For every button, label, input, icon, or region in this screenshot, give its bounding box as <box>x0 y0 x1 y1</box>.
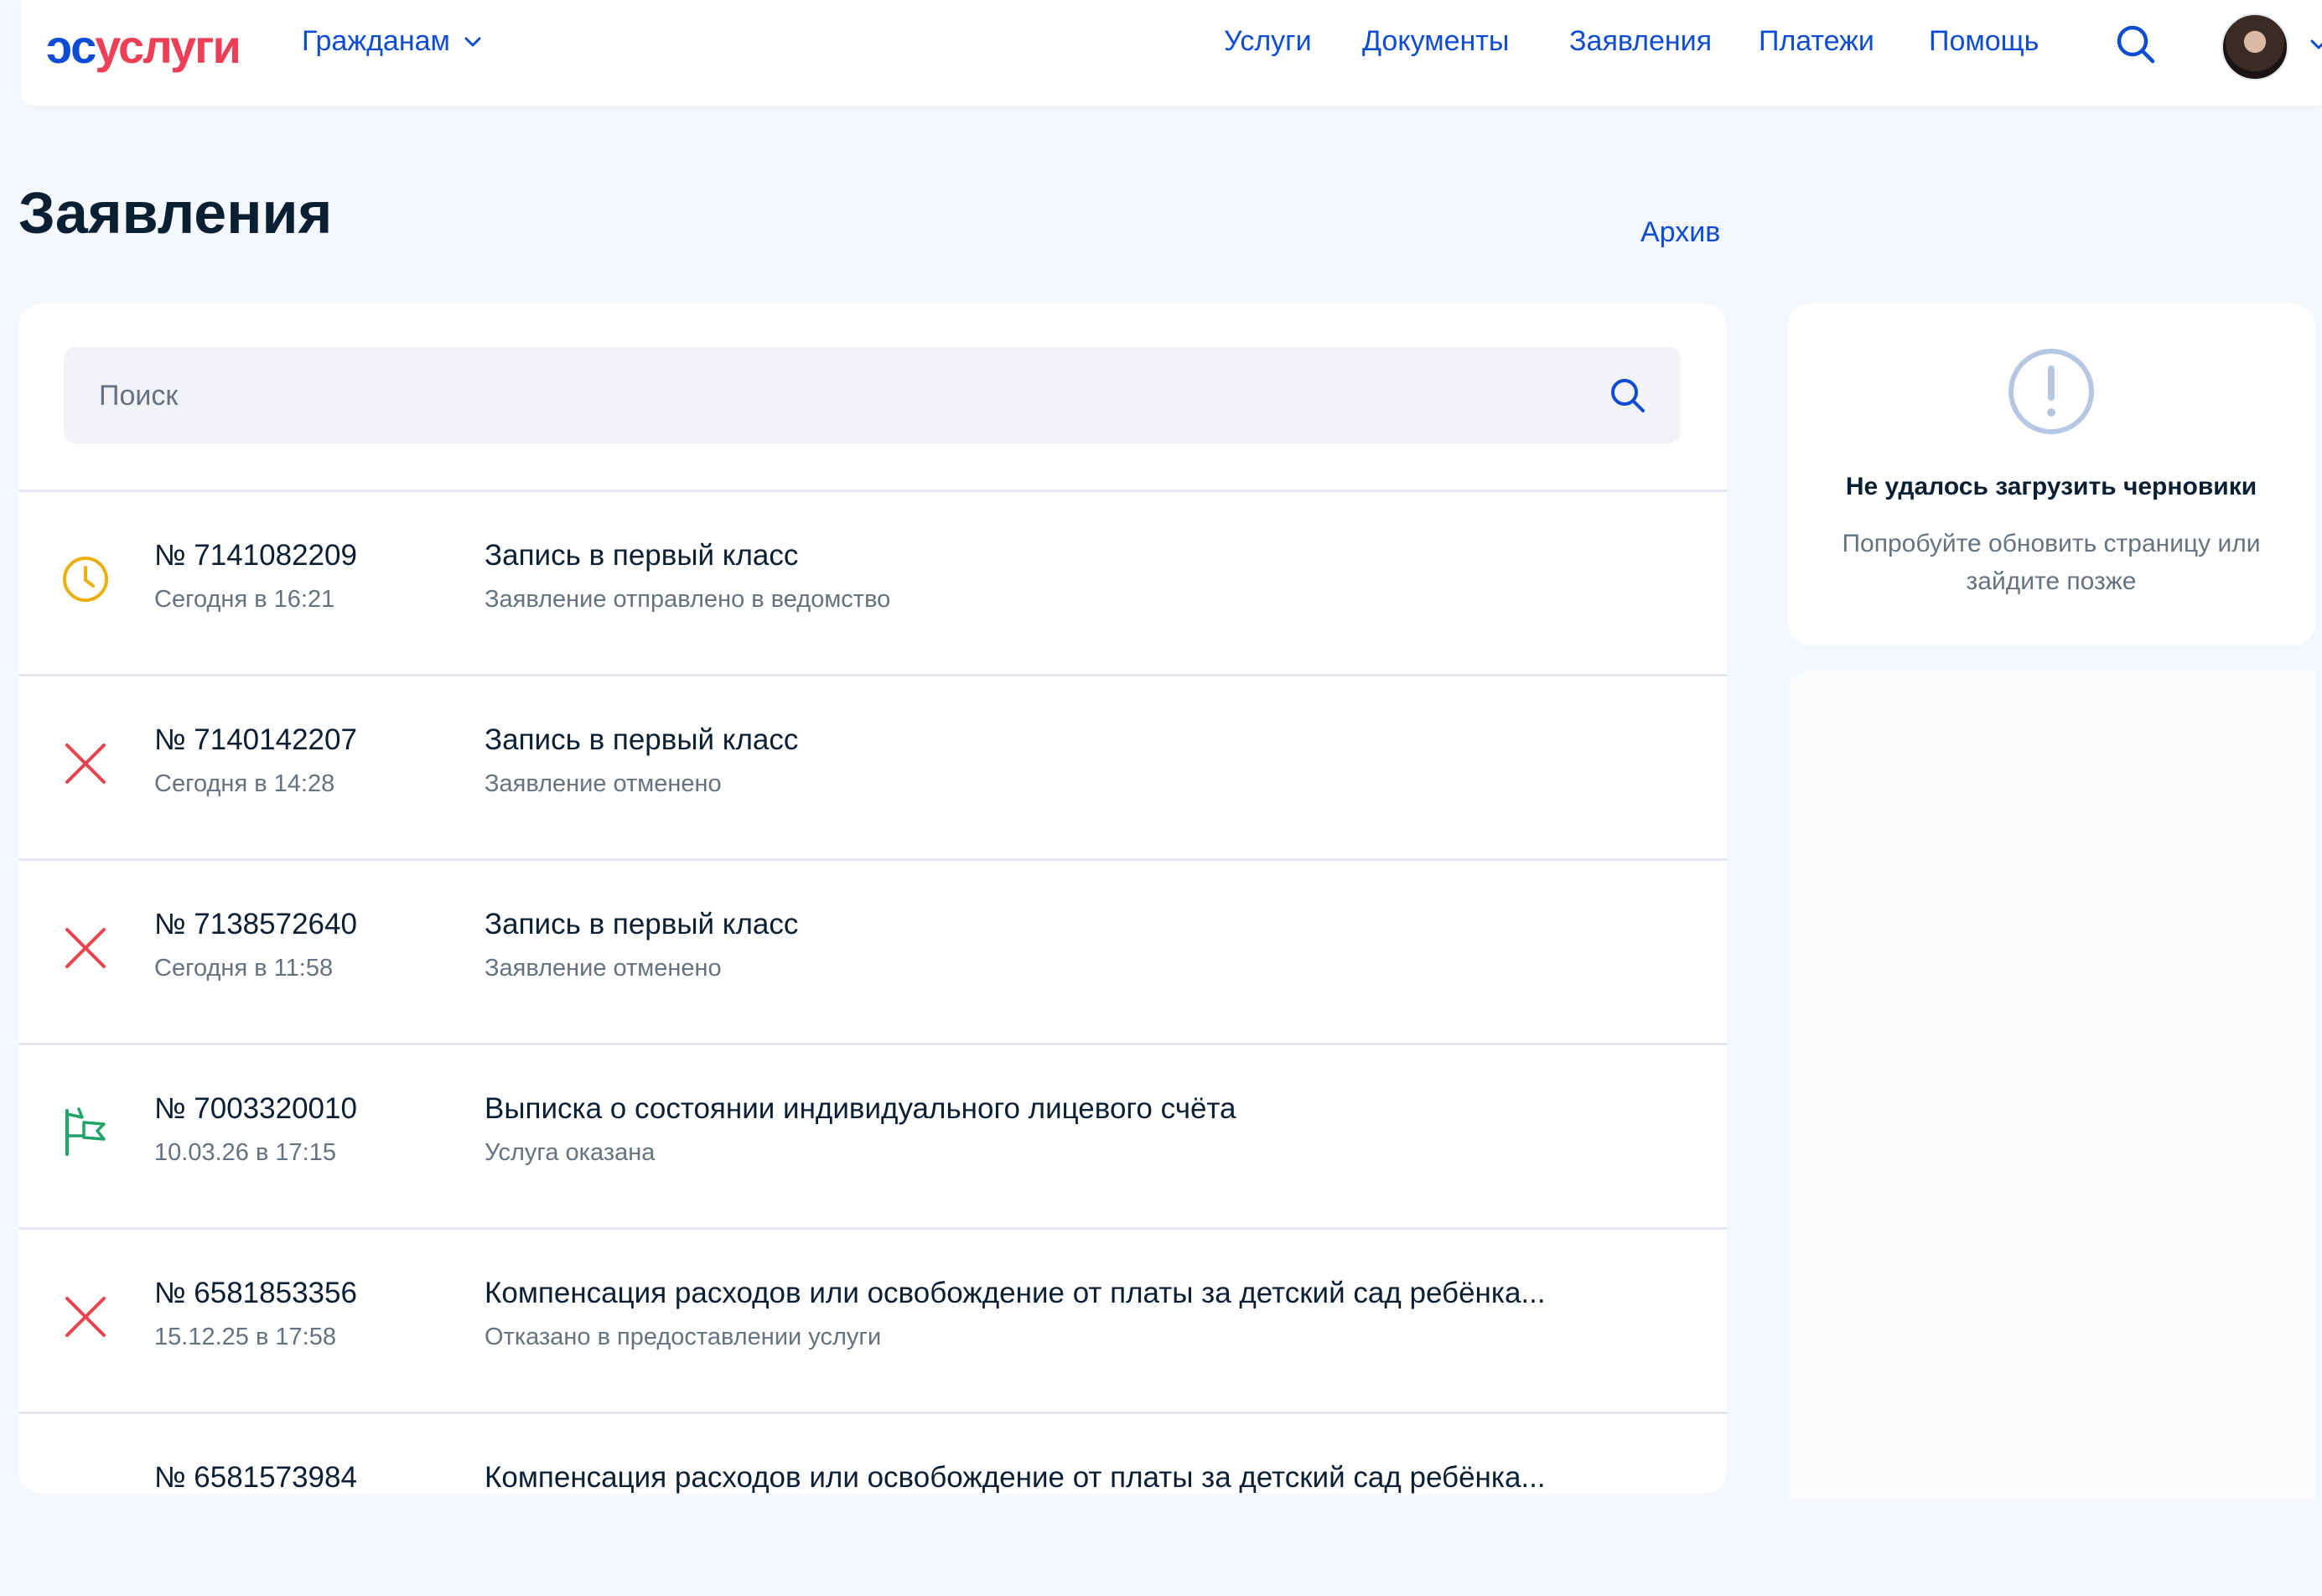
applications-panel: № 7141082209 Сегодня в 16:21 Запись в пе… <box>18 303 1727 1494</box>
application-title: Запись в первый класс <box>485 908 799 940</box>
drafts-error-text: Попробуйте обновить страницу или зайдите… <box>1842 530 2261 595</box>
cross-icon <box>59 1290 112 1344</box>
nav-services[interactable]: Услуги <box>1224 25 1312 58</box>
page-title: Заявления <box>18 180 333 246</box>
application-status: Отказано в предоставлении услуги <box>485 1324 882 1350</box>
nav-payments[interactable]: Платежи <box>1759 25 1874 58</box>
logo-part-1: ɔс <box>46 19 96 73</box>
search-box <box>64 347 1681 445</box>
application-number: № 6581853356 <box>154 1277 357 1309</box>
search-input[interactable] <box>97 347 1576 445</box>
search-icon <box>2117 25 2155 64</box>
drafts-error-card: Не удалось загрузить черновики Попробуйт… <box>1787 303 2315 645</box>
application-title: Компенсация расходов или освобождение от… <box>485 1277 1546 1309</box>
application-number: № 7138572640 <box>154 908 357 940</box>
top-header: ɔсуслуги Гражданам Услуги Документы Заяв… <box>21 0 2322 106</box>
cross-icon <box>59 737 112 790</box>
archive-link[interactable]: Архив <box>1640 216 1720 249</box>
application-number: № 6581573984 <box>154 1461 357 1494</box>
header-search-button[interactable] <box>2112 21 2159 68</box>
application-date: 10.03.26 в 17:15 <box>154 1139 336 1166</box>
chevron-down-icon <box>464 37 481 46</box>
cross-icon <box>59 921 112 975</box>
drafts-error-title: Не удалось загрузить черновики <box>1845 473 2257 500</box>
list-item[interactable]: № 6581853356 15.12.25 в 17:58 Компенсаци… <box>18 1227 1727 1412</box>
application-title: Запись в первый класс <box>485 539 799 572</box>
clock-icon <box>59 552 112 606</box>
gosuslugi-logo[interactable]: ɔсуслуги <box>46 17 241 75</box>
list-item[interactable]: № 7003320010 10.03.26 в 17:15 Выписка о … <box>18 1043 1727 1227</box>
list-item[interactable]: № 7140142207 Сегодня в 14:28 Запись в пе… <box>18 674 1727 858</box>
citizens-label: Гражданам <box>302 25 450 57</box>
application-number: № 7140142207 <box>154 723 357 756</box>
logo-part-2: услуги <box>95 19 241 73</box>
application-date: Сегодня в 11:58 <box>154 955 334 982</box>
chevron-down-icon <box>2310 39 2322 49</box>
side-panel-background <box>1787 671 2315 1500</box>
nav-applications[interactable]: Заявления <box>1569 25 1712 58</box>
exclamation-circle-icon <box>2005 345 2097 438</box>
flag-icon <box>59 1106 112 1159</box>
list-item[interactable]: № 6581573984 Компенсация расходов или ос… <box>18 1412 1727 1596</box>
search-submit-button[interactable] <box>1607 375 1649 417</box>
application-status: Заявление отменено <box>485 770 722 797</box>
user-avatar[interactable] <box>2221 13 2288 80</box>
nav-documents[interactable]: Документы <box>1362 25 1509 58</box>
application-date: Сегодня в 14:28 <box>154 770 335 797</box>
application-title: Выписка о состоянии индивидуального лице… <box>485 1092 1236 1125</box>
application-number: № 7141082209 <box>154 539 357 572</box>
citizens-dropdown[interactable]: Гражданам <box>302 25 484 58</box>
application-date: 15.12.25 в 17:58 <box>154 1324 336 1350</box>
profile-menu-toggle[interactable] <box>2308 34 2322 60</box>
application-title: Компенсация расходов или освобождение от… <box>485 1461 1546 1494</box>
application-status: Услуга оказана <box>485 1139 656 1166</box>
nav-help[interactable]: Помощь <box>1929 25 2039 58</box>
application-title: Запись в первый класс <box>485 723 799 756</box>
applications-list: № 7141082209 Сегодня в 16:21 Запись в пе… <box>18 490 1727 1596</box>
list-item[interactable]: № 7138572640 Сегодня в 11:58 Запись в пе… <box>18 858 1727 1043</box>
application-status: Заявление отменено <box>485 955 722 982</box>
application-number: № 7003320010 <box>154 1092 357 1125</box>
application-status: Заявление отправлено в ведомство <box>485 586 891 613</box>
search-icon <box>1611 379 1645 412</box>
list-item[interactable]: № 7141082209 Сегодня в 16:21 Запись в пе… <box>18 490 1727 674</box>
application-date: Сегодня в 16:21 <box>154 586 335 613</box>
